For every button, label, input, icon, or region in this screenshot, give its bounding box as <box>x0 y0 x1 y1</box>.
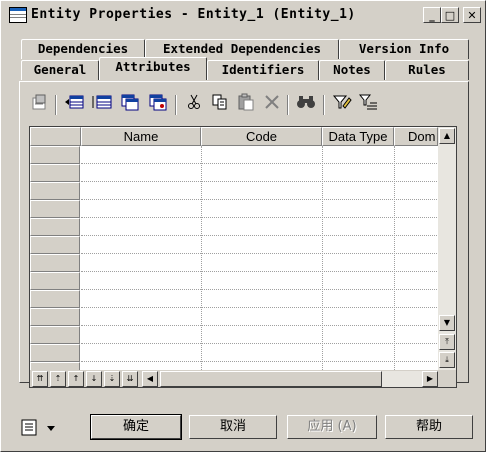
toolbar-separator <box>55 95 57 115</box>
move-to-top-icon[interactable]: ⇈ <box>32 371 48 387</box>
table-row[interactable] <box>81 271 439 272</box>
vertical-scrollbar[interactable]: ▲ ▼ ⤒ ⤓ <box>438 127 456 370</box>
toolbar-separator <box>323 95 325 115</box>
maximize-button[interactable]: □ <box>441 7 459 23</box>
move-to-bottom-icon[interactable]: ⇊ <box>122 371 138 387</box>
row-header[interactable] <box>30 200 80 218</box>
row-header[interactable] <box>30 272 80 290</box>
tab-notes[interactable]: Notes <box>319 60 385 80</box>
table-row[interactable] <box>81 235 439 236</box>
list-menu-icon <box>21 419 55 436</box>
table-row[interactable] <box>81 163 439 164</box>
table-row[interactable] <box>81 289 439 290</box>
cancel-button[interactable]: 取消 <box>189 415 277 439</box>
row-header[interactable] <box>30 146 80 164</box>
tab-version-info[interactable]: Version Info <box>339 39 469 59</box>
customize-columns-icon[interactable] <box>357 93 379 115</box>
row-header[interactable] <box>30 182 80 200</box>
scroll-bottom-icon[interactable]: ⤓ <box>439 352 455 368</box>
table-row[interactable] <box>81 343 439 344</box>
move-down-icon[interactable]: ↓ <box>86 371 102 387</box>
move-up-page-icon[interactable]: ⇡ <box>50 371 66 387</box>
row-header[interactable] <box>30 218 80 236</box>
tab-dependencies[interactable]: Dependencies <box>21 39 145 59</box>
row-header[interactable] <box>30 164 80 182</box>
properties-icon[interactable] <box>29 93 51 115</box>
table-row[interactable] <box>81 217 439 218</box>
delete-icon[interactable] <box>261 93 283 115</box>
horizontal-scroll-track[interactable] <box>382 371 422 387</box>
move-up-icon[interactable]: ↑ <box>68 371 84 387</box>
table-row[interactable] <box>81 181 439 182</box>
paste-icon[interactable] <box>235 93 257 115</box>
add-columns-icon[interactable] <box>119 93 141 115</box>
scroll-down-arrow-icon[interactable]: ▼ <box>439 315 455 331</box>
column-header-name[interactable]: Name <box>81 127 201 146</box>
reuse-columns-icon[interactable] <box>147 93 169 115</box>
filter-icon[interactable] <box>331 93 353 115</box>
row-header[interactable] <box>30 326 80 344</box>
window-title: Entity Properties - Entity_1 (Entity_1) <box>31 7 356 22</box>
scroll-left-arrow-icon[interactable]: ◀ <box>142 371 158 387</box>
tab-identifiers[interactable]: Identifiers <box>207 60 319 80</box>
column-header-code[interactable]: Code <box>201 127 322 146</box>
horizontal-scroll-thumb[interactable] <box>160 371 382 387</box>
find-icon[interactable] <box>295 93 317 115</box>
column-header-data-type[interactable]: Data Type <box>322 127 394 146</box>
column-header-domain[interactable]: Dom <box>394 127 438 146</box>
grid-corner-header <box>30 127 81 146</box>
insert-row-icon[interactable] <box>63 93 85 115</box>
tab-attributes[interactable]: Attributes <box>99 57 207 80</box>
close-button[interactable]: ✕ <box>463 7 481 23</box>
row-header[interactable] <box>30 254 80 272</box>
column-divider <box>394 146 395 370</box>
add-row-icon[interactable] <box>91 93 113 115</box>
tab-rules[interactable]: Rules <box>385 60 469 80</box>
tab-extended-dependencies[interactable]: Extended Dependencies <box>145 39 339 59</box>
copy-icon[interactable] <box>209 93 231 115</box>
table-row[interactable] <box>81 199 439 200</box>
title-bar: Entity Properties - Entity_1 (Entity_1) … <box>3 3 483 27</box>
table-row[interactable] <box>81 325 439 326</box>
row-header[interactable] <box>30 308 80 326</box>
column-divider <box>322 146 323 370</box>
ok-button[interactable]: 确定 <box>90 414 182 440</box>
scroll-up-arrow-icon[interactable]: ▲ <box>439 128 455 144</box>
table-row[interactable] <box>81 361 439 362</box>
move-down-page-icon[interactable]: ⇣ <box>104 371 120 387</box>
column-divider <box>201 146 202 370</box>
scroll-right-arrow-icon[interactable]: ▶ <box>422 371 438 387</box>
toolbar-separator <box>287 95 289 115</box>
help-button[interactable]: 帮助 <box>385 415 473 439</box>
scroll-top-icon[interactable]: ⤒ <box>439 334 455 350</box>
tab-general[interactable]: General <box>21 60 99 80</box>
menu-dropdown[interactable] <box>21 419 57 437</box>
toolbar-separator <box>175 95 177 115</box>
minimize-button[interactable]: _ <box>423 7 441 23</box>
row-header[interactable] <box>30 236 80 254</box>
table-icon <box>9 7 27 23</box>
row-header[interactable] <box>30 344 80 362</box>
row-header[interactable] <box>30 290 80 308</box>
grid-bottom-bar: ⇈ ⇡ ↑ ↓ ⇣ ⇊ ◀ ▶ <box>30 370 456 387</box>
attributes-grid[interactable]: Name Code Data Type Dom ▲ ▼ ⤒ ⤓ ⇈ ⇡ ↑ ↓ … <box>29 126 457 388</box>
properties-window: Entity Properties - Entity_1 (Entity_1) … <box>0 0 486 452</box>
table-row[interactable] <box>81 307 439 308</box>
apply-button: 应用 (A) <box>287 415 377 439</box>
table-row[interactable] <box>81 253 439 254</box>
cut-icon[interactable] <box>183 93 205 115</box>
